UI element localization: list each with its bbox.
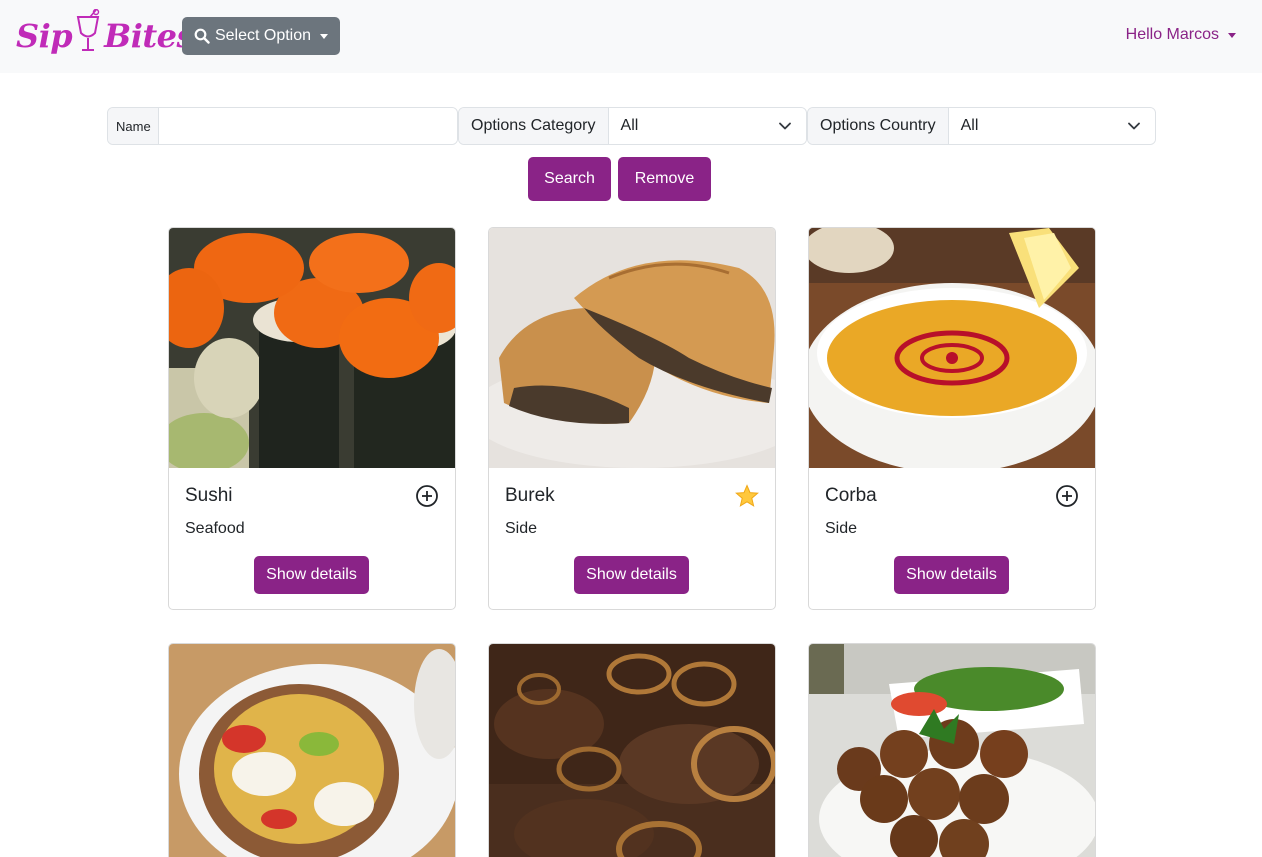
card-body: Sushi Seafood Show details bbox=[169, 468, 455, 609]
country-filter-group: Options Country All bbox=[807, 107, 1156, 145]
navbar: Sip Bites Select Option Hello Marcos bbox=[0, 0, 1262, 73]
card-category: Side bbox=[825, 520, 858, 537]
recipe-card: Corba Side Show details bbox=[808, 227, 1096, 610]
show-details-button[interactable]: Show details bbox=[894, 556, 1009, 594]
chevron-down-icon bbox=[779, 122, 791, 130]
recipe-card: Sushi Seafood Show details bbox=[168, 227, 456, 610]
card-body: Corba Side Show details bbox=[809, 468, 1095, 609]
country-filter-label: Options Country bbox=[808, 108, 949, 144]
country-select[interactable]: All bbox=[948, 108, 1155, 144]
recipe-card bbox=[488, 643, 776, 857]
name-filter-group: Name bbox=[107, 107, 458, 145]
brand-logo[interactable]: Sip Bites bbox=[16, 8, 194, 63]
cocktail-glass-icon bbox=[76, 8, 100, 63]
name-input[interactable] bbox=[158, 108, 457, 144]
card-category: Side bbox=[505, 520, 538, 537]
recipe-card bbox=[808, 643, 1096, 857]
card-title: Corba bbox=[825, 485, 877, 506]
caret-down-icon bbox=[320, 33, 329, 39]
add-favorite-icon[interactable] bbox=[1055, 484, 1079, 508]
select-option-dropdown[interactable]: Select Option bbox=[182, 17, 340, 55]
country-select-value: All bbox=[960, 117, 979, 134]
chevron-down-icon bbox=[1128, 122, 1140, 130]
category-select-value: All bbox=[620, 117, 639, 134]
user-menu-dropdown[interactable]: Hello Marcos bbox=[1126, 26, 1236, 44]
corba-photo[interactable] bbox=[809, 228, 1095, 468]
show-details-button[interactable]: Show details bbox=[574, 556, 689, 594]
add-favorite-icon[interactable] bbox=[415, 484, 439, 508]
category-select[interactable]: All bbox=[608, 108, 806, 144]
card-title: Sushi bbox=[185, 485, 233, 506]
recipe-card: Burek Side Show details bbox=[488, 227, 776, 610]
filter-bar: Name Options Category All Options Countr… bbox=[107, 107, 1156, 145]
brand-text-bites: Bites bbox=[104, 17, 194, 55]
brand-text-sip: Sip bbox=[16, 17, 73, 55]
recipe-card bbox=[168, 643, 456, 857]
card-category: Seafood bbox=[185, 520, 245, 537]
search-button[interactable]: Search bbox=[528, 157, 611, 201]
select-option-label: Select Option bbox=[214, 27, 312, 44]
steak-onions-photo[interactable] bbox=[489, 644, 775, 857]
show-details-button[interactable]: Show details bbox=[254, 556, 369, 594]
card-title: Burek bbox=[505, 485, 555, 506]
name-filter-label: Name bbox=[108, 108, 159, 144]
stuffed-potato-photo[interactable] bbox=[169, 644, 455, 857]
sushi-photo[interactable] bbox=[169, 228, 455, 468]
remove-button[interactable]: Remove bbox=[618, 157, 711, 201]
falafel-photo[interactable] bbox=[809, 644, 1095, 857]
card-body: Burek Side Show details bbox=[489, 468, 775, 609]
category-filter-label: Options Category bbox=[459, 108, 609, 144]
caret-down-icon bbox=[1228, 32, 1236, 38]
user-greeting: Hello Marcos bbox=[1125, 26, 1219, 43]
favorite-star-icon[interactable] bbox=[735, 484, 759, 508]
category-filter-group: Options Category All bbox=[458, 107, 807, 145]
burek-photo[interactable] bbox=[489, 228, 775, 468]
filter-actions: Search Remove bbox=[528, 157, 711, 201]
search-icon bbox=[194, 28, 210, 44]
